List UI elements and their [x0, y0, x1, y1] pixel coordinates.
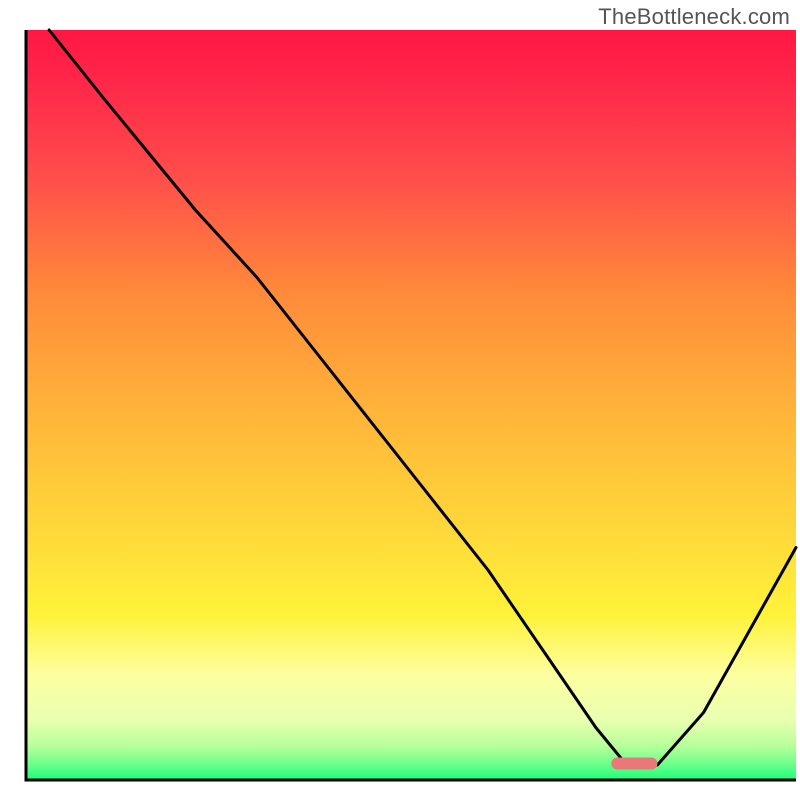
optimal-range-marker — [611, 758, 657, 770]
watermark-text: TheBottleneck.com — [598, 4, 790, 30]
chart-container: TheBottleneck.com — [0, 0, 800, 800]
bottleneck-chart — [0, 0, 800, 800]
